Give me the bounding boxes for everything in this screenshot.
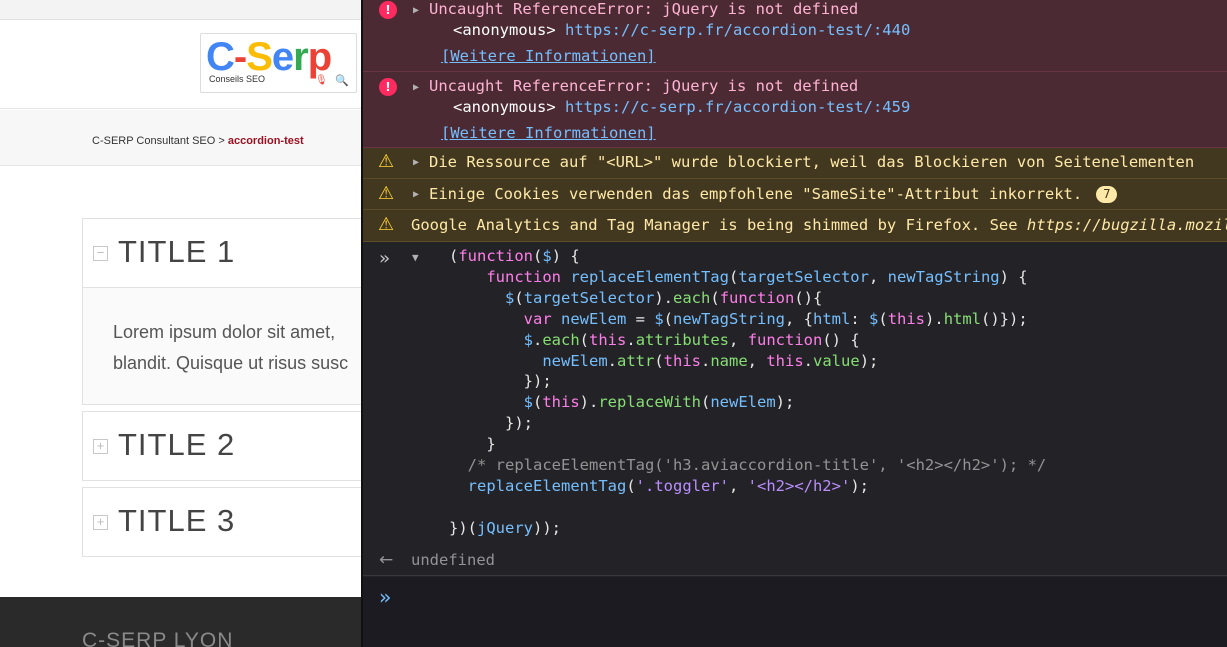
accordion: − TITLE 1 Lorem ipsum dolor sit amet, bl… — [82, 218, 361, 563]
warning-icon: ⚠ — [378, 183, 395, 204]
stack-frame: <anonymous> https://c-serp.fr/accordion-… — [453, 98, 911, 116]
top-strip — [0, 0, 361, 20]
collapse-arrow-icon[interactable]: ▼ — [412, 251, 419, 264]
console-result: ← undefined — [363, 548, 1227, 576]
warning-text: Google Analytics and Tag Manager is bein… — [411, 216, 1227, 234]
breadcrumb-home-link[interactable]: C-SERP Consultant SEO — [92, 135, 215, 147]
stack-url-link[interactable]: https://c-serp.fr/accordion-test/:440 — [565, 21, 910, 39]
breadcrumb-current: accordion-test — [227, 135, 304, 147]
accordion-title-3: TITLE 3 — [118, 503, 236, 538]
bugzilla-link[interactable]: https://bugzilla.mozilla.org — [1027, 216, 1227, 234]
more-info-link[interactable]: [Weitere Informationen] — [441, 124, 656, 142]
console-evaluated-input[interactable]: » ▼ (function($) { function replaceEleme… — [363, 242, 1227, 548]
console-warning-message[interactable]: ⚠ Google Analytics and Tag Manager is be… — [363, 210, 1227, 242]
stack-frame: <anonymous> https://c-serp.fr/accordion-… — [453, 21, 911, 39]
warning-icon: ⚠ — [378, 151, 395, 172]
accordion-item-3: + TITLE 3 — [82, 487, 361, 557]
return-arrow-icon: ← — [379, 550, 394, 570]
accordion-content-line: Lorem ipsum dolor sit amet, — [113, 322, 336, 342]
accordion-toggler-1[interactable]: − TITLE 1 — [83, 219, 361, 287]
expand-arrow-icon[interactable]: ▶ — [413, 2, 419, 20]
accordion-item-1: − TITLE 1 Lorem ipsum dolor sit amet, bl… — [82, 218, 361, 405]
warning-icon: ⚠ — [378, 214, 395, 235]
code-block: (function($) { function replaceElementTa… — [449, 247, 1047, 537]
site-header: C-Serp Conseils SEO 🎙 🔍 — [0, 21, 361, 109]
accordion-title-1: TITLE 1 — [118, 234, 236, 269]
console-warning-message[interactable]: ⚠ ▶ Einige Cookies verwenden das empfohl… — [363, 179, 1227, 210]
more-info-link[interactable]: [Weitere Informationen] — [441, 47, 656, 65]
breadcrumb-bar: C-SERP Consultant SEO > accordion-test — [0, 110, 361, 166]
footer-title: C-SERP LYON — [82, 629, 234, 647]
stack-url-link[interactable]: https://c-serp.fr/accordion-test/:459 — [565, 98, 910, 116]
expand-arrow-icon[interactable]: ▶ — [413, 186, 419, 204]
accordion-content-1: Lorem ipsum dolor sit amet, blandit. Qui… — [83, 287, 361, 404]
site-logo[interactable]: C-Serp Conseils SEO 🎙 🔍 — [200, 33, 357, 93]
site-footer: C-SERP LYON — [0, 597, 361, 647]
expand-icon: + — [93, 439, 108, 454]
accordion-item-2: + TITLE 2 — [82, 411, 361, 481]
accordion-content-line: blandit. Quisque ut risus susc — [113, 353, 349, 373]
warning-text: Die Ressource auf "<URL>" wurde blockier… — [429, 153, 1195, 171]
prompt-icon: » — [379, 248, 390, 269]
breadcrumb-separator: > — [218, 135, 225, 147]
expand-arrow-icon[interactable]: ▶ — [413, 79, 419, 97]
accordion-toggler-3[interactable]: + TITLE 3 — [83, 488, 361, 556]
logo-subtitle: Conseils SEO — [209, 74, 266, 84]
breadcrumb: C-SERP Consultant SEO > accordion-test — [92, 135, 304, 147]
accordion-title-2: TITLE 2 — [118, 427, 236, 462]
error-icon: ! — [379, 78, 397, 96]
console-error-message[interactable]: ! ▶ Uncaught ReferenceError: jQuery is n… — [363, 72, 1227, 148]
console-input[interactable]: » — [363, 577, 1227, 647]
devtools-console: ! ▶ Uncaught ReferenceError: jQuery is n… — [361, 0, 1227, 647]
website-panel: C-Serp Conseils SEO 🎙 🔍 C-SERP Consultan… — [0, 0, 361, 647]
console-error-message[interactable]: ! ▶ Uncaught ReferenceError: jQuery is n… — [363, 0, 1227, 72]
input-prompt-icon: » — [379, 585, 392, 609]
repeat-count-badge: 7 — [1096, 186, 1118, 203]
result-value: undefined — [411, 551, 495, 569]
expand-arrow-icon[interactable]: ▶ — [413, 154, 419, 172]
error-text: Uncaught ReferenceError: jQuery is not d… — [429, 0, 859, 18]
collapse-icon: − — [93, 246, 108, 261]
accordion-toggler-2[interactable]: + TITLE 2 — [83, 412, 361, 480]
console-warning-message[interactable]: ⚠ ▶ Die Ressource auf "<URL>" wurde bloc… — [363, 148, 1227, 179]
search-icon: 🔍 — [335, 75, 349, 87]
error-text: Uncaught ReferenceError: jQuery is not d… — [429, 77, 859, 95]
expand-icon: + — [93, 515, 108, 530]
error-icon: ! — [379, 1, 397, 19]
warning-text: Einige Cookies verwenden das empfohlene … — [429, 185, 1118, 203]
microphone-icon: 🎙 — [315, 75, 328, 86]
